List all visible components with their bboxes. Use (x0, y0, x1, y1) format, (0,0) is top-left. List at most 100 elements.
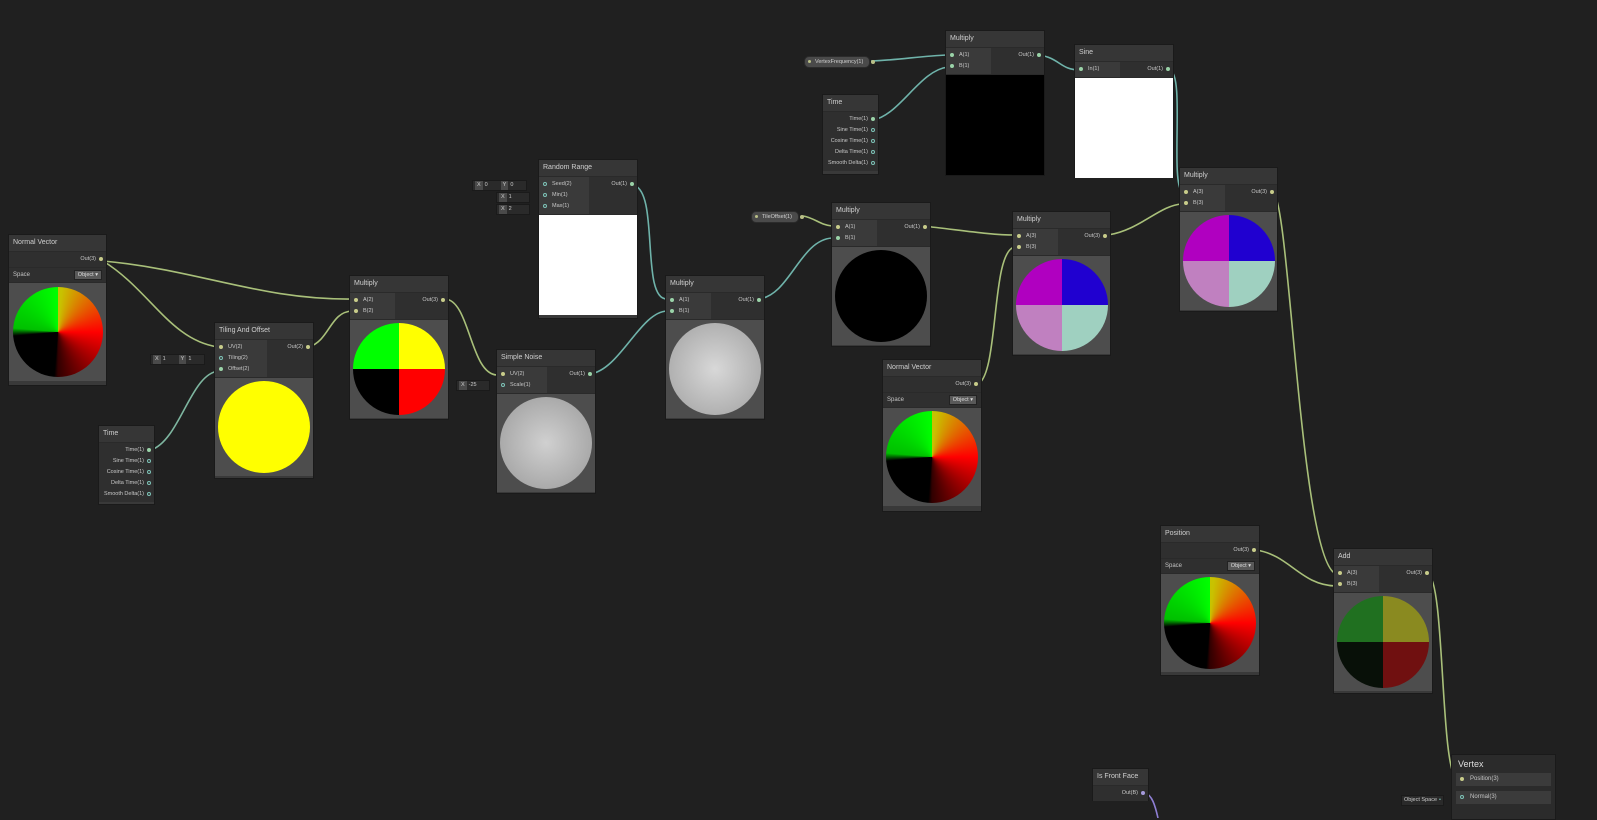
out-port[interactable]: Out(2) (267, 342, 313, 353)
vertex-frequency-property[interactable]: VertexFrequency(1) (804, 56, 876, 68)
node-is-front-face[interactable]: Is Front Face Out(B) (1092, 768, 1149, 801)
port-connector-icon[interactable] (501, 372, 505, 376)
node-position[interactable]: Position Out(3) Space Object ▾ (1160, 525, 1260, 676)
port-connector-icon[interactable] (543, 182, 547, 186)
port-connector-icon[interactable] (354, 298, 358, 302)
min-value[interactable]: 1 (509, 193, 527, 202)
port-connector-icon[interactable] (1270, 190, 1274, 194)
node-simple-noise[interactable]: Simple Noise UV(2) Scale(1) Out(1) (496, 349, 596, 494)
port-connector-icon[interactable] (1184, 201, 1188, 205)
in-port-min[interactable]: Min(1) (539, 190, 589, 201)
port-connector-icon[interactable] (219, 345, 223, 349)
node-tiling-and-offset[interactable]: Tiling And Offset UV(2) Tiling(2) Offset… (214, 322, 314, 479)
port-connector-icon[interactable] (219, 367, 223, 371)
port-connector-icon[interactable] (1141, 791, 1145, 795)
port-connector-icon[interactable] (670, 298, 674, 302)
out-port[interactable]: Out(1) (877, 222, 930, 233)
in-port-b[interactable]: B(3) (1013, 242, 1058, 253)
vertex-normal-slot[interactable]: Normal(3) (1456, 791, 1551, 804)
in-port-b[interactable]: B(3) (1180, 198, 1225, 209)
port-connector-icon[interactable] (99, 257, 103, 261)
port-connector-icon[interactable] (1252, 548, 1256, 552)
port-connector-icon[interactable] (1017, 234, 1021, 238)
in-port-offset[interactable]: Offset(2) (215, 364, 267, 375)
out-port[interactable]: Out(3) (9, 254, 106, 265)
out-port-time[interactable]: Time(1) (823, 114, 878, 125)
out-port[interactable]: Out(1) (1120, 64, 1173, 75)
port-connector-icon[interactable] (441, 298, 445, 302)
port-connector-icon[interactable] (670, 309, 674, 313)
port-connector-icon[interactable] (799, 215, 804, 219)
out-port-smooth-delta[interactable]: Smooth Delta(1) (99, 489, 154, 500)
in-port-in[interactable]: In(1) (1075, 64, 1120, 75)
in-port-tiling[interactable]: Tiling(2) (215, 353, 267, 364)
max-value[interactable]: 2 (509, 205, 527, 214)
port-connector-icon[interactable] (871, 128, 875, 132)
port-connector-icon[interactable] (871, 60, 876, 64)
noise-scale-input[interactable]: X -25 (456, 380, 490, 391)
port-connector-icon[interactable] (543, 204, 547, 208)
out-port[interactable]: Out(3) (1379, 568, 1432, 579)
in-port-b[interactable]: B(2) (350, 306, 395, 317)
in-port-b[interactable]: B(1) (832, 233, 877, 244)
node-normal-vector[interactable]: Normal Vector Out(3) Space Object ▾ (882, 359, 982, 512)
out-port[interactable]: Out(3) (1225, 187, 1277, 198)
port-connector-icon[interactable] (923, 225, 927, 229)
port-connector-icon[interactable] (1460, 795, 1464, 799)
out-port-delta-time[interactable]: Delta Time(1) (823, 147, 878, 158)
min-input-field[interactable]: X1 (496, 192, 530, 203)
port-connector-icon[interactable] (354, 309, 358, 313)
port-connector-icon[interactable] (1184, 190, 1188, 194)
out-port[interactable]: Out(1) (991, 50, 1044, 61)
out-port[interactable]: Out(1) (589, 179, 637, 190)
in-port-a[interactable]: A(1) (832, 222, 877, 233)
node-sine[interactable]: Sine In(1) Out(1) (1074, 44, 1174, 178)
in-port-b[interactable]: B(1) (666, 306, 711, 317)
in-port-a[interactable]: A(3) (1180, 187, 1225, 198)
out-port-cosine-time[interactable]: Cosine Time(1) (823, 136, 878, 147)
port-connector-icon[interactable] (147, 492, 151, 496)
port-connector-icon[interactable] (1338, 571, 1342, 575)
out-port[interactable]: Out(1) (711, 295, 764, 306)
port-connector-icon[interactable] (543, 193, 547, 197)
out-port[interactable]: Out(3) (395, 295, 448, 306)
in-port-seed[interactable]: Seed(2) (539, 179, 589, 190)
space-dropdown[interactable]: Object ▾ (1226, 561, 1255, 571)
seed-input-field[interactable]: X0 Y0 (472, 180, 528, 191)
port-connector-icon[interactable] (219, 356, 223, 360)
out-port[interactable]: Out(1) (547, 369, 595, 380)
tiling-y-value[interactable]: 1 (188, 355, 202, 364)
seed-y-value[interactable]: 0 (510, 181, 524, 190)
scale-value[interactable]: -25 (469, 381, 487, 390)
tiling-x-value[interactable]: 1 (163, 355, 177, 364)
port-connector-icon[interactable] (950, 64, 954, 68)
in-port-max[interactable]: Max(1) (539, 201, 589, 212)
port-connector-icon[interactable] (147, 459, 151, 463)
port-connector-icon[interactable] (871, 117, 875, 121)
vertex-context[interactable]: Vertex Position(3) Normal(3) (1451, 754, 1556, 820)
in-port-uv[interactable]: UV(2) (497, 369, 547, 380)
in-port-b[interactable]: B(3) (1334, 579, 1379, 590)
port-connector-icon[interactable] (836, 236, 840, 240)
space-dropdown[interactable]: Object ▾ (73, 270, 102, 280)
out-port-smooth-delta[interactable]: Smooth Delta(1) (823, 158, 878, 169)
node-time[interactable]: Time Time(1) Sine Time(1) Cosine Time(1)… (822, 94, 879, 175)
node-multiply[interactable]: Multiply A(3) B(3) Out(3) (1179, 167, 1278, 312)
seed-x-value[interactable]: 0 (485, 181, 499, 190)
port-connector-icon[interactable] (147, 448, 151, 452)
port-connector-icon[interactable] (630, 182, 634, 186)
tiling-input-field[interactable]: X1 Y1 (150, 354, 206, 365)
node-multiply[interactable]: Multiply A(2) B(2) Out(3) (349, 275, 449, 420)
tile-offset-property[interactable]: TileOffset(1) (751, 211, 804, 223)
port-connector-icon[interactable] (871, 139, 875, 143)
out-port[interactable]: Out(B) (1093, 788, 1148, 799)
node-multiply[interactable]: Multiply A(1) B(1) Out(1) (665, 275, 765, 420)
port-connector-icon[interactable] (1017, 245, 1021, 249)
port-connector-icon[interactable] (1079, 67, 1083, 71)
node-multiply[interactable]: Multiply A(1) B(1) Out(1) (831, 202, 931, 347)
port-connector-icon[interactable] (974, 382, 978, 386)
out-port-time[interactable]: Time(1) (99, 445, 154, 456)
port-connector-icon[interactable] (950, 53, 954, 57)
node-random-range[interactable]: Random Range Seed(2) Min(1) Max(1) Out(1… (538, 159, 638, 319)
out-port[interactable]: Out(3) (1058, 231, 1110, 242)
